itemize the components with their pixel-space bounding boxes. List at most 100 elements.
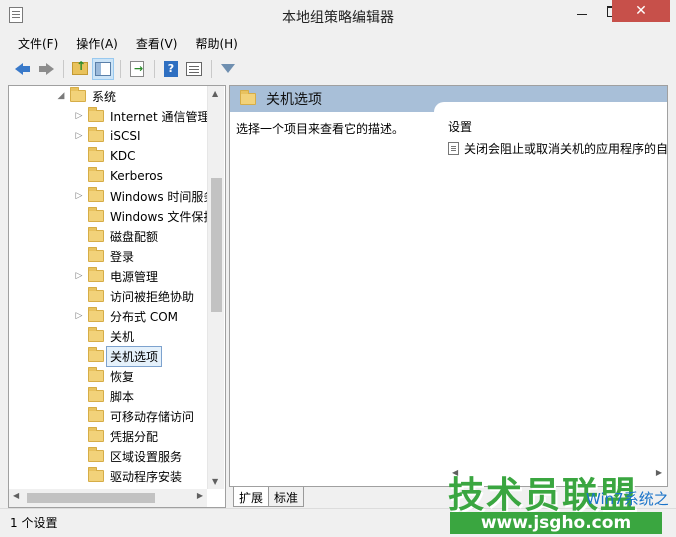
tree-node[interactable]: 关机 — [73, 326, 134, 346]
show-hide-tree-button[interactable] — [92, 57, 114, 80]
toolbar: ? — [8, 55, 668, 82]
tree-node[interactable]: KDC — [73, 146, 136, 166]
export-list-button[interactable] — [126, 58, 148, 80]
back-arrow-icon — [15, 62, 31, 75]
tree-node-label: 恢复 — [110, 369, 135, 384]
policy-setting-icon — [448, 142, 459, 155]
tree-node[interactable]: 脚本 — [73, 386, 134, 406]
expand-triangle-icon[interactable]: ▷ — [73, 190, 85, 202]
tree-node[interactable]: ▷ 电源管理 — [73, 266, 158, 286]
filter-icon — [221, 64, 235, 73]
forward-arrow-icon — [38, 62, 54, 75]
back-button[interactable] — [12, 58, 34, 80]
tree-node[interactable]: 磁盘配额 — [73, 226, 158, 246]
view-tabs: 扩展 标准 — [233, 487, 305, 507]
tree-node[interactable]: ▷ iSCSI — [73, 126, 141, 146]
tree-node[interactable]: 关机选项 — [73, 345, 163, 367]
folder-icon — [88, 307, 104, 322]
folder-icon — [88, 367, 104, 382]
settings-column-header[interactable]: 设置 — [448, 118, 472, 135]
tree-node[interactable]: 凭据分配 — [73, 426, 158, 446]
tab-extended[interactable]: 扩展 — [233, 487, 270, 507]
tree-node-label: 凭据分配 — [110, 429, 159, 444]
tree-node[interactable]: Kerberos — [73, 166, 163, 186]
tree-node-label: iSCSI — [110, 129, 141, 143]
tree-node[interactable]: 恢复 — [73, 366, 134, 386]
watermark-logo: 技术员联盟 Win7系统之家 www.jsgho.com — [440, 466, 676, 537]
tree-node-label: 电源管理 — [110, 269, 159, 284]
tree-node[interactable]: ▷ Windows 时间服务 — [73, 186, 215, 206]
menu-bar: 文件(F) 操作(A) 查看(V) 帮助(H) — [8, 32, 246, 54]
toolbar-separator — [120, 59, 121, 78]
tree-node-label: 登录 — [110, 249, 135, 264]
tree-vertical-scrollbar[interactable]: ▲ ▼ — [207, 86, 224, 489]
folder-up-icon — [72, 59, 88, 75]
expand-triangle-icon[interactable]: ▷ — [73, 110, 85, 122]
tree-node[interactable]: ▷ Internet 通信管理 — [73, 106, 209, 126]
tree-pane[interactable]: ◢ 系统 ▷ Internet 通信管理 ▷ iSCSI KDC Kerberos ▷ Win… — [8, 85, 226, 508]
properties-icon — [186, 61, 202, 76]
tree-node[interactable]: 可移动存储访问 — [73, 406, 194, 426]
tree-node[interactable]: Windows 文件保护 — [73, 206, 215, 226]
folder-icon — [88, 187, 104, 202]
expand-triangle-icon[interactable]: ▷ — [73, 270, 85, 282]
tree-node-system[interactable]: ◢ 系统 — [55, 86, 116, 106]
toolbar-separator — [154, 59, 155, 78]
tree-node-label: Kerberos — [110, 169, 163, 183]
expand-triangle-icon[interactable]: ▷ — [73, 310, 85, 322]
filter-button[interactable] — [217, 58, 239, 80]
tree-node[interactable]: 访问被拒绝协助 — [73, 286, 194, 306]
menu-view[interactable]: 查看(V) — [126, 32, 186, 54]
scroll-up-icon[interactable]: ▲ — [212, 89, 218, 98]
status-text: 1 个设置 — [10, 516, 58, 530]
tab-standard[interactable]: 标准 — [268, 487, 305, 507]
settings-list: 设置 关闭会阻止或取消关机的应用程序的自 — [434, 102, 667, 472]
close-button[interactable]: ✕ — [612, 0, 670, 22]
folder-icon — [88, 327, 104, 342]
properties-button[interactable] — [183, 58, 205, 80]
menu-help[interactable]: 帮助(H) — [185, 32, 245, 54]
tree-node[interactable]: 登录 — [73, 246, 134, 266]
tree-node-label: 可移动存储访问 — [110, 409, 195, 424]
setting-row[interactable]: 关闭会阻止或取消关机的应用程序的自 — [448, 140, 667, 157]
folder-icon — [88, 387, 104, 402]
scrollbar-thumb[interactable] — [27, 493, 155, 503]
menu-action[interactable]: 操作(A) — [66, 32, 126, 54]
tree-node[interactable]: 驱动程序安装 — [73, 466, 182, 486]
folder-icon — [88, 147, 104, 162]
folder-icon — [88, 207, 104, 222]
folder-icon — [88, 427, 104, 442]
tree-horizontal-scrollbar[interactable]: ◀ ▶ — [9, 489, 207, 507]
tree-node[interactable]: ▷ 分布式 COM — [73, 306, 178, 326]
tree-node-label: Windows 文件保护 — [110, 209, 216, 224]
scrollbar-thumb[interactable] — [211, 178, 222, 312]
expand-triangle-icon[interactable]: ▷ — [73, 130, 85, 142]
folder-icon — [88, 467, 104, 482]
tree-node-label: 访问被拒绝协助 — [110, 289, 195, 304]
collapse-triangle-icon[interactable]: ◢ — [55, 90, 67, 102]
up-level-button[interactable] — [69, 58, 91, 80]
scroll-left-icon[interactable]: ◀ — [13, 491, 19, 500]
folder-icon — [88, 267, 104, 282]
scroll-down-icon[interactable]: ▼ — [212, 477, 218, 486]
forward-button[interactable] — [35, 58, 57, 80]
help-button[interactable]: ? — [160, 58, 182, 80]
tree-node-label: Windows 时间服务 — [110, 189, 216, 204]
scroll-right-icon[interactable]: ▶ — [197, 491, 203, 500]
tree-node-label: 系统 — [92, 89, 117, 104]
folder-icon — [88, 287, 104, 302]
menu-file[interactable]: 文件(F) — [8, 32, 66, 54]
folder-icon — [88, 247, 104, 262]
tree-node-label: 驱动程序安装 — [110, 469, 183, 484]
minimize-button[interactable] — [568, 0, 596, 22]
tree-node[interactable]: 区域设置服务 — [73, 446, 182, 466]
